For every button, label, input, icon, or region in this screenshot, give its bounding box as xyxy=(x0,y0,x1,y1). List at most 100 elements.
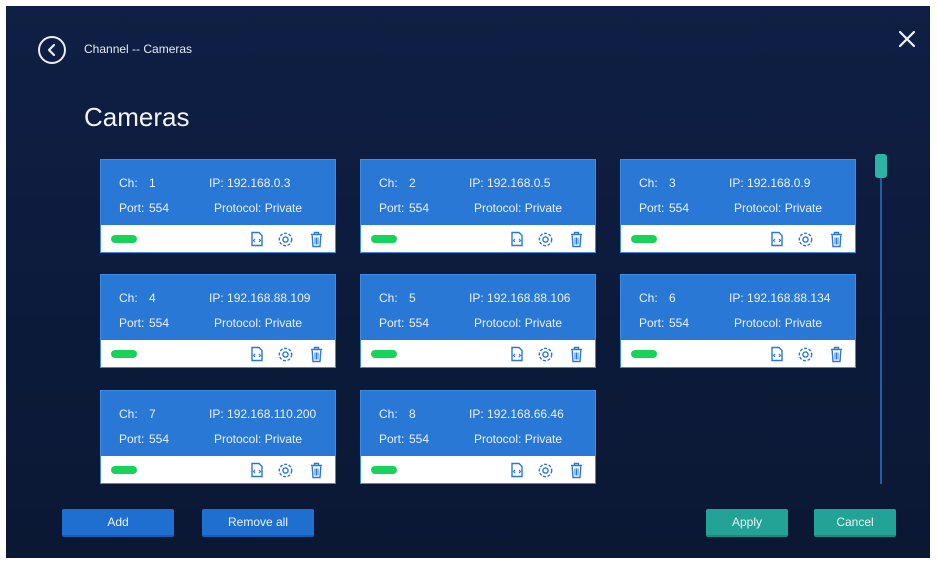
remove-all-button[interactable]: Remove all xyxy=(202,509,314,537)
cancel-button[interactable]: Cancel xyxy=(814,509,896,537)
port-value: 554 xyxy=(409,201,430,215)
card-row-channel: Ch: 8 IP: 192.168.66.46 xyxy=(361,407,595,425)
import-button[interactable] xyxy=(768,230,786,248)
port-label: Port: xyxy=(379,432,405,446)
delete-button[interactable] xyxy=(567,345,585,363)
delete-button[interactable] xyxy=(827,345,845,363)
protocol-value: Private xyxy=(524,201,563,215)
settings-button[interactable] xyxy=(796,345,814,363)
settings-button[interactable] xyxy=(536,461,554,479)
channel-label: Ch: xyxy=(639,291,658,305)
card-toolbar xyxy=(101,225,335,252)
protocol: Protocol: Private xyxy=(214,201,302,215)
ip-address: IP: 192.168.88.134 xyxy=(729,291,830,305)
ip-address: IP: 192.168.0.5 xyxy=(469,176,550,190)
import-file-icon xyxy=(511,462,523,478)
import-button[interactable] xyxy=(768,345,786,363)
port-label: Port: xyxy=(639,201,665,215)
channel-value: 6 xyxy=(669,291,676,305)
scrollbar-thumb[interactable] xyxy=(875,154,887,178)
trash-icon xyxy=(310,231,322,247)
delete-button[interactable] xyxy=(307,461,325,479)
gear-icon xyxy=(798,232,812,246)
protocol-label: Protocol: xyxy=(734,316,782,330)
import-button[interactable] xyxy=(248,345,266,363)
channel-value: 1 xyxy=(149,176,156,190)
import-button[interactable] xyxy=(508,345,526,363)
settings-button[interactable] xyxy=(276,461,294,479)
port-value: 554 xyxy=(409,316,430,330)
camera-card-6[interactable]: Ch: 6 IP: 192.168.88.134 Port: 554 Proto… xyxy=(620,274,856,368)
apply-button[interactable]: Apply xyxy=(706,509,788,537)
card-row-channel: Ch: 6 IP: 192.168.88.134 xyxy=(621,291,855,309)
channel-label: Ch: xyxy=(119,176,138,190)
protocol-label: Protocol: xyxy=(474,201,522,215)
port-value: 554 xyxy=(409,432,430,446)
camera-card-2[interactable]: Ch: 2 IP: 192.168.0.5 Port: 554 Protocol… xyxy=(360,159,596,253)
delete-button[interactable] xyxy=(567,230,585,248)
port-label: Port: xyxy=(639,316,665,330)
protocol: Protocol: Private xyxy=(474,316,562,330)
card-row-port: Port: 554 Protocol: Private xyxy=(101,201,335,219)
settings-button[interactable] xyxy=(796,230,814,248)
camera-card-7[interactable]: Ch: 7 IP: 192.168.110.200 Port: 554 Prot… xyxy=(100,390,336,484)
camera-card-8[interactable]: Ch: 8 IP: 192.168.66.46 Port: 554 Protoc… xyxy=(360,390,596,484)
card-row-channel: Ch: 1 IP: 192.168.0.3 xyxy=(101,176,335,194)
camera-card-1[interactable]: Ch: 1 IP: 192.168.0.3 Port: 554 Protocol… xyxy=(100,159,336,253)
back-button[interactable] xyxy=(38,36,66,64)
camera-card-3[interactable]: Ch: 3 IP: 192.168.0.9 Port: 554 Protocol… xyxy=(620,159,856,253)
gear-icon xyxy=(538,463,552,477)
gear-icon xyxy=(798,347,812,361)
delete-button[interactable] xyxy=(567,461,585,479)
import-file-icon xyxy=(251,462,263,478)
channel-value: 2 xyxy=(409,176,416,190)
ip-label: IP: xyxy=(209,291,224,305)
protocol-value: Private xyxy=(264,316,303,330)
close-button[interactable] xyxy=(896,28,918,50)
protocol-label: Protocol: xyxy=(214,201,262,215)
trash-icon xyxy=(570,346,582,362)
import-button[interactable] xyxy=(508,461,526,479)
ip-value: 192.168.0.3 xyxy=(227,176,291,190)
status-indicator xyxy=(631,350,657,358)
camera-card-4[interactable]: Ch: 4 IP: 192.168.88.109 Port: 554 Proto… xyxy=(100,274,336,368)
protocol-label: Protocol: xyxy=(214,432,262,446)
protocol-value: Private xyxy=(264,432,303,446)
trash-icon xyxy=(570,462,582,478)
protocol-value: Private xyxy=(784,316,823,330)
ip-value: 192.168.0.9 xyxy=(747,176,811,190)
import-button[interactable] xyxy=(248,461,266,479)
port-label: Port: xyxy=(379,201,405,215)
add-button[interactable]: Add xyxy=(62,509,174,537)
gear-icon xyxy=(278,347,292,361)
channel-label: Ch: xyxy=(379,407,398,421)
settings-button[interactable] xyxy=(536,345,554,363)
page-title: Cameras xyxy=(84,102,190,132)
channel-value: 4 xyxy=(149,291,156,305)
protocol-value: Private xyxy=(264,201,303,215)
settings-button[interactable] xyxy=(276,230,294,248)
port-value: 554 xyxy=(669,316,690,330)
card-row-channel: Ch: 7 IP: 192.168.110.200 xyxy=(101,407,335,425)
card-toolbar xyxy=(361,225,595,252)
import-button[interactable] xyxy=(508,230,526,248)
camera-grid: Ch: 1 IP: 192.168.0.3 Port: 554 Protocol… xyxy=(100,154,860,484)
status-indicator xyxy=(111,235,137,243)
scrollbar-track[interactable] xyxy=(880,154,882,484)
delete-button[interactable] xyxy=(827,230,845,248)
gear-icon xyxy=(538,232,552,246)
ip-label: IP: xyxy=(729,291,744,305)
ip-label: IP: xyxy=(469,291,484,305)
settings-button[interactable] xyxy=(536,230,554,248)
camera-card-5[interactable]: Ch: 5 IP: 192.168.88.106 Port: 554 Proto… xyxy=(360,274,596,368)
import-button[interactable] xyxy=(248,230,266,248)
port-value: 554 xyxy=(149,432,170,446)
port-label: Port: xyxy=(379,316,405,330)
status-indicator xyxy=(371,466,397,474)
delete-button[interactable] xyxy=(307,230,325,248)
trash-icon xyxy=(830,231,842,247)
delete-button[interactable] xyxy=(307,345,325,363)
settings-button[interactable] xyxy=(276,345,294,363)
trash-icon xyxy=(310,462,322,478)
card-toolbar xyxy=(361,340,595,367)
